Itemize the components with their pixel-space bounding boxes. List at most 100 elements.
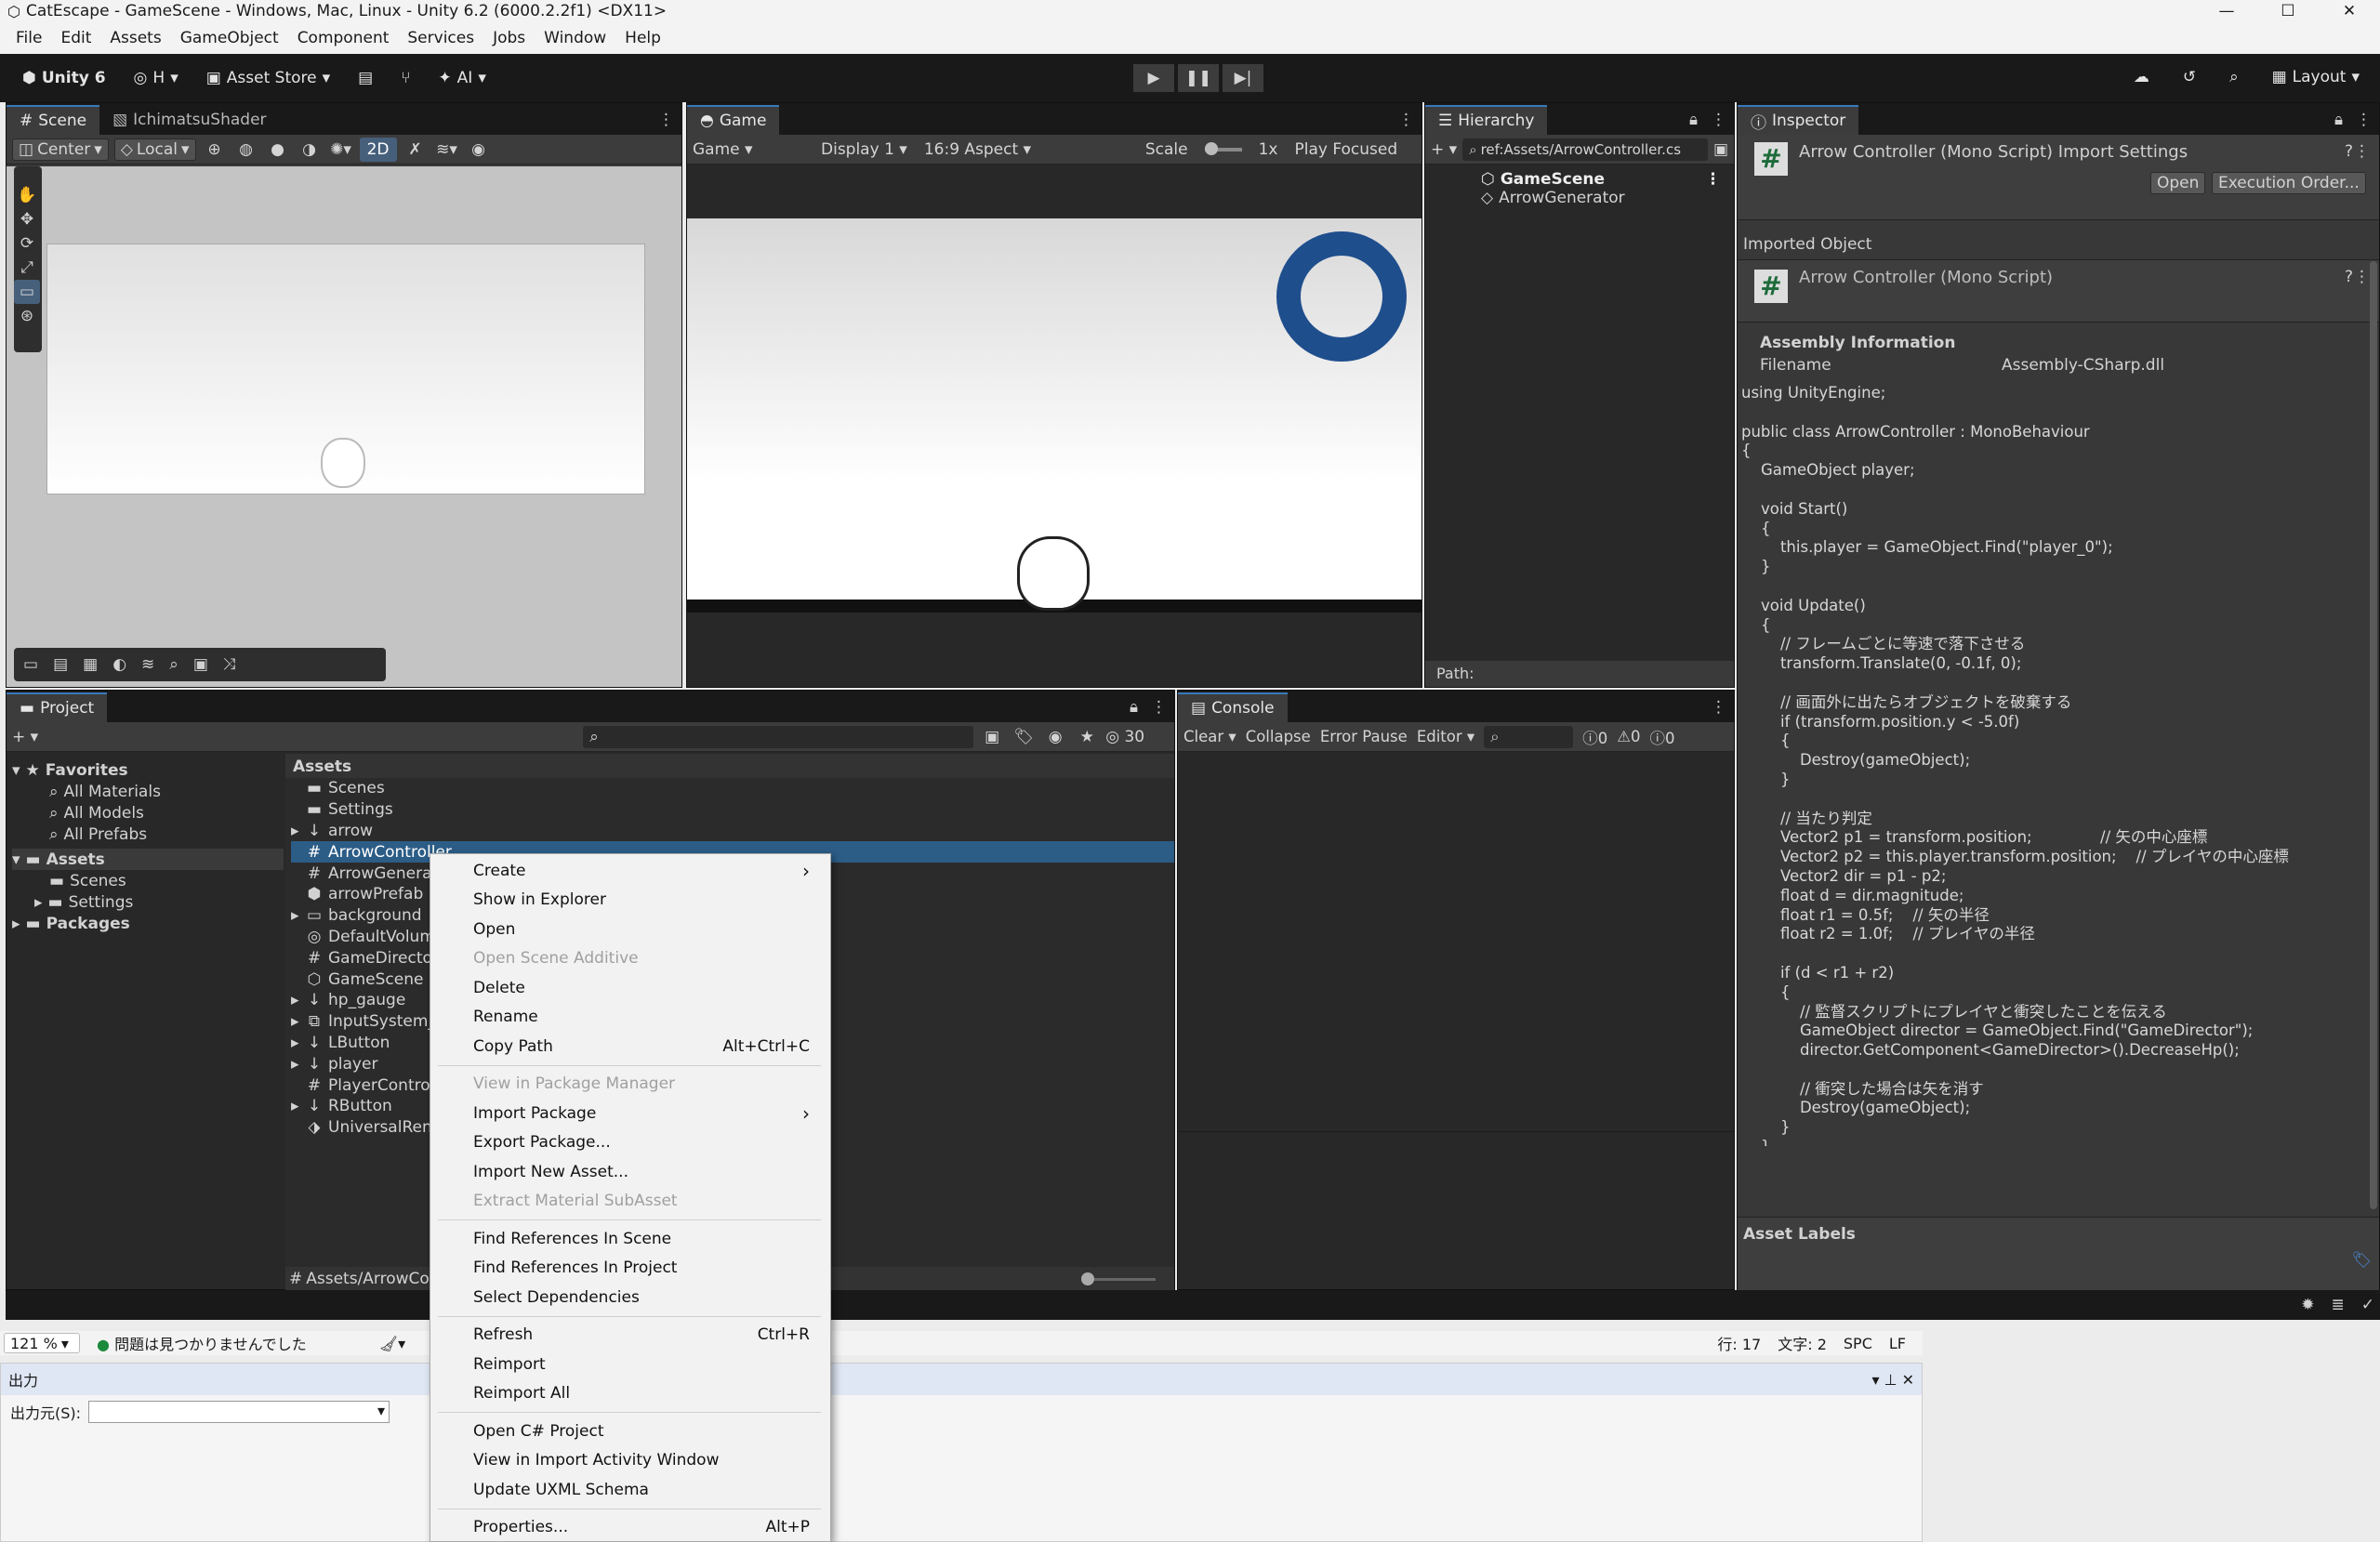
layers-icon[interactable]: ≋▾ [434,138,460,162]
asset-store-dropdown[interactable]: ▣ Asset Store ▾ [197,64,339,92]
menu-jobs[interactable]: Jobs [493,29,525,47]
bug-icon[interactable]: ✹ [2301,1296,2314,1314]
list-item[interactable]: ▬ Scenes [291,778,1174,799]
globe-icon[interactable]: ◍ [233,138,259,162]
search-by-label-icon[interactable]: 🏷︎ [1011,725,1037,749]
fav-item[interactable]: ⌕ All Models [12,802,284,824]
panel-menu-icon[interactable]: ⋮ [1391,111,1421,135]
warning-count-toggle[interactable]: ⚠0 [1617,728,1640,745]
search-button[interactable]: ⌕ [2220,63,2248,91]
transform-tool-icon[interactable]: ⊛ [14,304,40,328]
menu-window[interactable]: Window [544,29,606,47]
create-dropdown[interactable]: + ▾ [1431,140,1457,159]
stack-icon[interactable]: ≣ [2332,1296,2345,1314]
menu-help[interactable]: Help [625,29,661,47]
hierarchy-item[interactable]: ◇ ArrowGenerator [1481,187,1734,208]
issues-status[interactable]: ● 問題は見つかりませんでした [97,1332,307,1354]
overlay-search-icon[interactable]: ⌕ [169,655,178,674]
open-button[interactable]: Open [2150,172,2206,194]
pivot-center-dropdown[interactable]: ◫ Center ▾ [12,138,109,161]
clear-dropdown[interactable]: Clear ▾ [1183,728,1236,745]
history-button[interactable]: ↺ [2174,63,2205,91]
help-icon[interactable]: ? [2345,142,2353,161]
tab-game[interactable]: ◓ Game [687,105,780,135]
lock-icon[interactable]: 🔒︎ [1684,111,1703,135]
cloud-button[interactable]: ☁ [2124,63,2159,91]
output-source-dropdown[interactable]: ▾ [88,1401,390,1423]
play-button[interactable]: ▶ [1132,63,1175,93]
context-menu-item[interactable]: Refresh Ctrl+R [430,1321,830,1351]
panel-menu-icon[interactable]: ⋮ [1703,111,1734,135]
tab-project[interactable]: ▬ Project [7,692,108,722]
hand-tool-icon[interactable]: ✋ [14,183,40,207]
assets-row[interactable]: ▾ ▬ Assets [12,849,284,870]
list-item[interactable]: ▸ ↓ arrow [291,821,1174,842]
check-circle-icon[interactable]: ✓ [2361,1296,2374,1314]
overlay-layers-icon[interactable]: ≋ [141,655,154,674]
project-search-input[interactable]: ⌕ [583,725,974,748]
display-dropdown[interactable]: Display 1 ▾ [821,140,907,159]
context-menu-item[interactable]: Open C# Project [430,1417,830,1446]
grid-snap-icon[interactable]: ⊕ [202,138,228,162]
lock-icon[interactable]: 🔒︎ [2329,111,2348,135]
expand-icon[interactable]: ▸ [291,822,300,840]
scene-menu-icon[interactable]: ⋮ [1705,170,1721,189]
editor-dropdown[interactable]: Editor ▾ [1417,728,1474,745]
context-menu-item[interactable]: Select Dependencies [430,1283,830,1312]
scale-slider[interactable] [1204,141,1242,155]
collapse-toggle[interactable]: Collapse [1246,728,1311,745]
expand-icon[interactable]: ▸ [291,1055,300,1074]
context-menu-item[interactable]: Reimport All [430,1379,830,1409]
close-button[interactable]: ✕ [2319,2,2380,20]
expand-icon[interactable]: ▸ [291,991,300,1009]
menu-file[interactable]: File [16,29,42,47]
tab-scene[interactable]: # Scene [7,105,100,135]
inspector-scrollbar[interactable] [2370,261,2377,1209]
context-menu-item[interactable]: Copy Path Alt+Ctrl+C [430,1032,830,1061]
context-menu-item[interactable]: Delete [430,973,830,1003]
pivot-local-dropdown[interactable]: ◇ Local ▾ [113,138,196,161]
zoom-dropdown[interactable]: 121 % ▾ [4,1333,80,1353]
tab-ichimatsu-shader[interactable]: ▧ IchimatsuShader [99,105,279,135]
console-search-input[interactable]: ⌕ [1484,725,1574,748]
folder-item[interactable]: ▸ ▬ Settings [12,891,284,913]
panel-menu-icon[interactable]: ⋮ [2348,111,2379,135]
context-menu-item[interactable]: Reimport [430,1350,830,1379]
aspect-dropdown[interactable]: 16:9 Aspect ▾ [924,140,1129,159]
fav-item[interactable]: ⌕ All Materials [12,781,284,802]
hidden-packages-count[interactable]: ◎ 30 [1105,728,1144,746]
context-menu-item[interactable]: Update UXML Schema [430,1475,830,1505]
panel-menu-icon[interactable]: ⋮ [1144,698,1174,722]
expand-icon[interactable]: ▸ [291,1097,300,1115]
context-menu-item[interactable]: Export Package... [430,1128,830,1158]
favorites-row[interactable]: ▾ ★ Favorites [12,759,284,781]
menu-assets[interactable]: Assets [110,29,161,47]
minimize-button[interactable]: — [2196,2,2257,20]
rotate-tool-icon[interactable]: ⟳ [14,231,40,256]
panel-menu-icon[interactable]: ⋮ [1703,698,1734,722]
wireframe-icon[interactable]: ◑ [297,138,323,162]
maximize-button[interactable]: ☐ [2257,2,2319,20]
header-menu-icon[interactable]: ⋮ [2354,142,2370,161]
shading-icon[interactable]: ● [265,138,291,162]
icon-size-slider[interactable] [1081,1272,1156,1285]
menu-edit[interactable]: Edit [60,29,91,47]
fav-item[interactable]: ⌕ All Prefabs [12,824,284,845]
effects-icon[interactable]: ✺▾ [328,138,354,162]
menu-gameobject[interactable]: GameObject [180,29,279,47]
context-menu-item[interactable]: Open [430,915,830,944]
info-count-toggle[interactable]: ⓘ0 [1582,726,1607,748]
context-menu-item[interactable]: Import New Asset... [430,1157,830,1187]
game-view-dropdown[interactable]: Game ▾ [693,140,804,159]
tab-hierarchy[interactable]: ☰ Hierarchy [1425,105,1548,135]
overlay-tilemap-icon[interactable]: ▦ [83,655,98,674]
component-menu-icon[interactable]: ⋮ [2354,268,2370,286]
hierarchy-search-input[interactable]: ⌕ ref:Assets/ArrowController.cs [1462,138,1708,161]
overlay-rect-icon[interactable]: ▭ [23,655,38,674]
context-menu-item[interactable]: Rename [430,1003,830,1033]
overlay-align-icon[interactable]: ▤ [53,655,68,674]
move-tool-icon[interactable]: ✥ [14,207,40,231]
expand-icon[interactable]: ▸ [291,906,300,925]
context-menu-item[interactable]: Find References In Project [430,1254,830,1284]
search-clear-icon[interactable]: ▣ [1713,140,1728,159]
